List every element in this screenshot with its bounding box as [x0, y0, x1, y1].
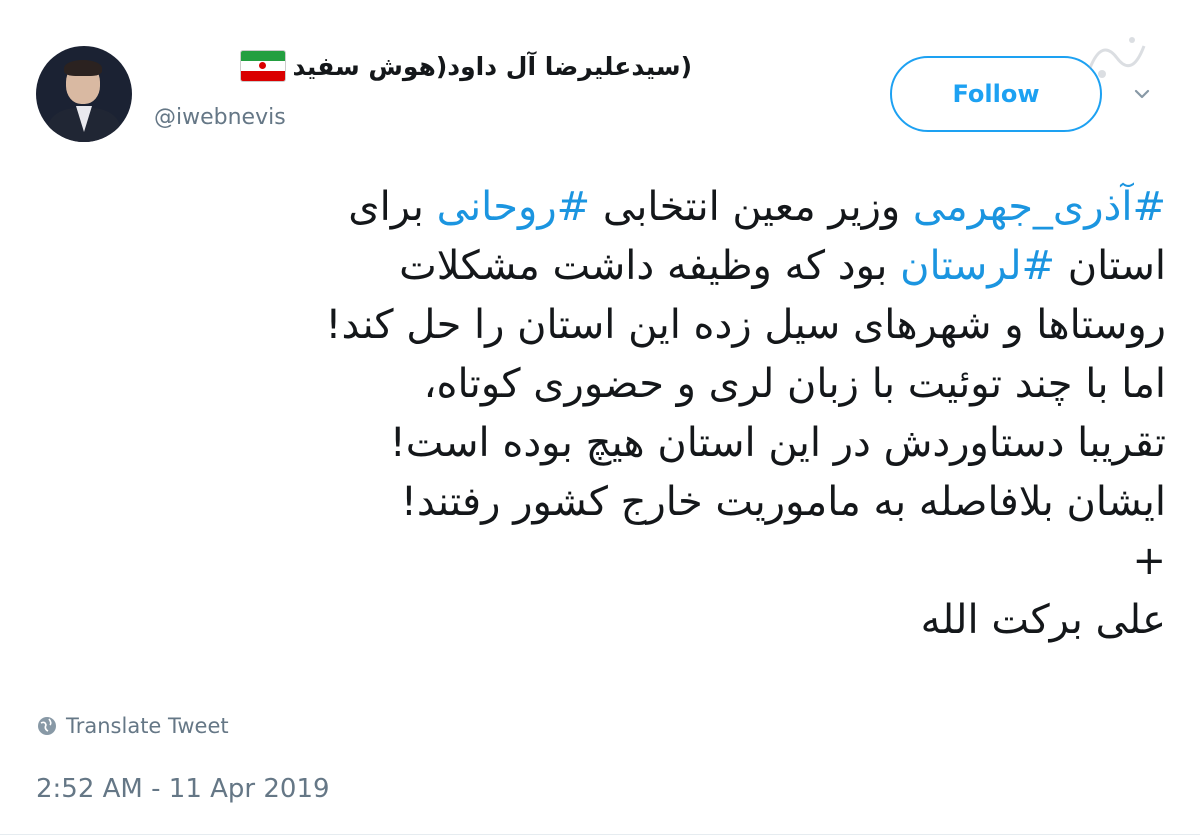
- chevron-down-icon[interactable]: [1134, 86, 1150, 102]
- tweet-line: استان #لرستان بود که وظیفه داشت مشکلات: [66, 237, 1166, 296]
- tweet-timestamp[interactable]: 2:52 AM - 11 Apr 2019: [36, 774, 330, 804]
- globe-icon: [38, 717, 56, 735]
- tweet-text-segment: ایشان بلافاصله به ماموریت خارج کشور رفتن…: [400, 479, 1166, 525]
- tweet-line: +: [66, 532, 1166, 591]
- tweet-line: علی برکت الله: [66, 591, 1166, 650]
- tweet-text-segment: علی برکت الله: [920, 597, 1166, 643]
- user-name-row[interactable]: (سیدعلیرضا آل داود(هوش سفید: [240, 50, 692, 82]
- tweet-text-segment: استان: [1055, 243, 1166, 289]
- divider: [0, 834, 1200, 835]
- translate-label[interactable]: Translate Tweet: [66, 714, 229, 738]
- tweet-text-segment: +: [1132, 538, 1166, 584]
- avatar[interactable]: [36, 46, 132, 142]
- tweet-text-segment: وزیر معین انتخابی: [590, 184, 913, 230]
- hashtag-link[interactable]: #روحانی: [437, 184, 591, 230]
- tweet-text-segment: اما با چند توئیت با زبان لری و حضوری کوت…: [423, 361, 1166, 407]
- follow-button[interactable]: Follow: [890, 56, 1102, 132]
- watermark-logo-icon: [1088, 37, 1146, 78]
- tweet-text-segment: روستاها و شهرهای سیل زده این استان را حل…: [325, 302, 1166, 348]
- tweet-text-segment: بود که وظیفه داشت مشکلات: [399, 243, 901, 289]
- tweet-line: #آذری_جهرمی وزیر معین انتخابی #روحانی بر…: [66, 178, 1166, 237]
- tweet-text-segment: برای: [348, 184, 437, 230]
- tweet-text-segment: تقریبا دستاوردش در این استان هیچ بوده اس…: [389, 420, 1166, 466]
- tweet-line: تقریبا دستاوردش در این استان هیچ بوده اس…: [66, 414, 1166, 473]
- iran-flag-icon: [240, 50, 287, 82]
- hashtag-link[interactable]: #لرستان: [900, 243, 1055, 289]
- tweet-line: ایشان بلافاصله به ماموریت خارج کشور رفتن…: [66, 473, 1166, 532]
- hashtag-link[interactable]: #آذری_جهرمی: [913, 184, 1166, 230]
- translate-tweet-link[interactable]: Translate Tweet: [36, 714, 229, 738]
- tweet-text: #آذری_جهرمی وزیر معین انتخابی #روحانی بر…: [66, 178, 1166, 650]
- tweet-line: روستاها و شهرهای سیل زده این استان را حل…: [66, 296, 1166, 355]
- user-handle[interactable]: @iwebnevis: [154, 105, 286, 130]
- tweet-line: اما با چند توئیت با زبان لری و حضوری کوت…: [66, 355, 1166, 414]
- display-name[interactable]: (سیدعلیرضا آل داود(هوش سفید: [292, 52, 692, 81]
